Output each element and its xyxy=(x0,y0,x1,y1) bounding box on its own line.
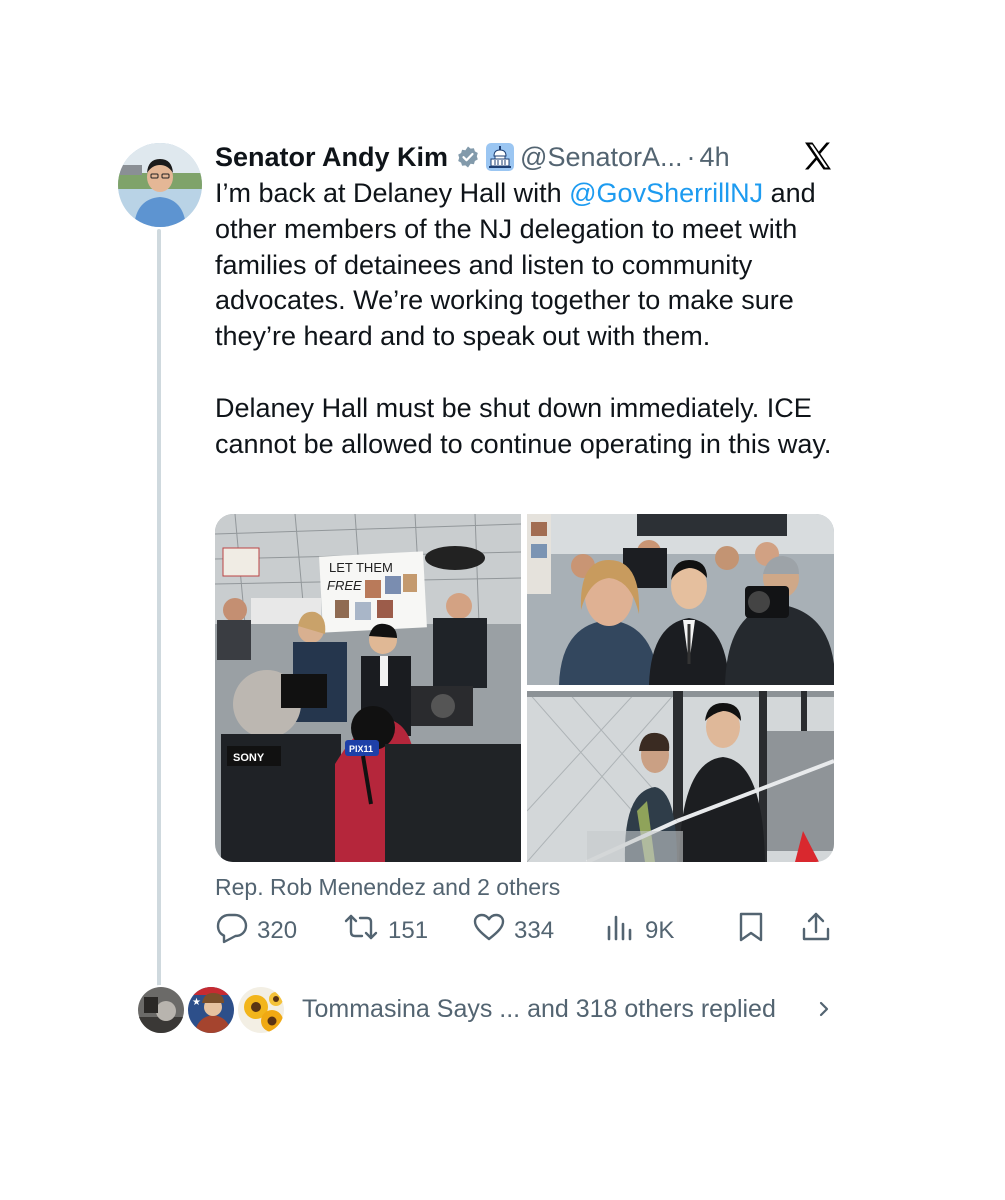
protest-sign: LET THEM FREE xyxy=(319,551,427,633)
capitol-government-icon xyxy=(486,143,515,171)
share-icon xyxy=(799,910,833,951)
svg-text:SONY: SONY xyxy=(233,752,265,764)
verified-badge-icon[interactable] xyxy=(456,145,480,169)
replies-summary-row[interactable]: ★ Tommasina Says ... and 318 others repl… xyxy=(136,985,836,1035)
separator-dot: · xyxy=(686,141,696,172)
tweet-paragraph-2: Delaney Hall must be shut down immediate… xyxy=(215,392,832,459)
author-avatar[interactable] xyxy=(118,143,202,227)
media-grid: LET THEM FREE SONY PIX11 xyxy=(215,514,834,862)
reply-count: 320 xyxy=(257,916,298,944)
repost-button[interactable]: 151 xyxy=(342,910,428,951)
photo-fence-conversation[interactable] xyxy=(527,691,834,862)
thread-connector-line xyxy=(157,229,161,989)
tweet-text: I’m back at Delaney Hall with @GovSherri… xyxy=(215,176,845,462)
tweet-header: Senator Andy Kim @SenatorA... · 4h xyxy=(215,138,835,176)
tagged-users[interactable]: Rep. Rob Menendez and 2 others xyxy=(215,874,560,901)
like-button[interactable]: 334 xyxy=(472,910,554,951)
author-handle[interactable]: @SenatorA... xyxy=(520,142,683,173)
views-count: 9K xyxy=(645,916,675,944)
mention-link[interactable]: @GovSherrillNJ xyxy=(569,178,763,208)
chevron-right-icon[interactable] xyxy=(816,999,832,1024)
reply-button[interactable]: 320 xyxy=(215,910,297,951)
svg-text:LET THEM: LET THEM xyxy=(329,560,393,575)
share-button[interactable] xyxy=(799,910,833,951)
post-time[interactable]: 4h xyxy=(700,142,730,173)
replier-avatar-3 xyxy=(236,985,286,1035)
photo-press-crowd[interactable]: LET THEM FREE SONY PIX11 xyxy=(215,514,521,862)
author-name[interactable]: Senator Andy Kim xyxy=(215,142,448,173)
photo-officials-talking[interactable] xyxy=(527,514,834,685)
replier-avatar-1 xyxy=(136,985,186,1035)
heart-icon xyxy=(472,910,506,951)
svg-text:PIX11: PIX11 xyxy=(349,744,373,754)
views-chart-icon xyxy=(603,910,637,951)
like-count: 334 xyxy=(514,916,555,944)
bookmark-button[interactable] xyxy=(734,910,768,951)
svg-text:FREE: FREE xyxy=(327,578,362,593)
views-button[interactable]: 9K xyxy=(603,910,674,951)
action-bar: 320 151 334 9K xyxy=(215,910,835,950)
repost-count: 151 xyxy=(388,916,429,944)
reply-icon xyxy=(215,910,249,951)
x-logo-icon[interactable] xyxy=(803,141,833,176)
tweet-paragraph-1: I’m back at Delaney Hall with @GovSherri… xyxy=(215,178,816,352)
replier-avatar-2: ★ xyxy=(186,985,236,1035)
svg-text:★: ★ xyxy=(192,997,201,1008)
repost-icon xyxy=(342,910,380,951)
bookmark-icon xyxy=(734,910,768,951)
replies-summary-text: Tommasina Says ... and 318 others replie… xyxy=(302,995,776,1023)
